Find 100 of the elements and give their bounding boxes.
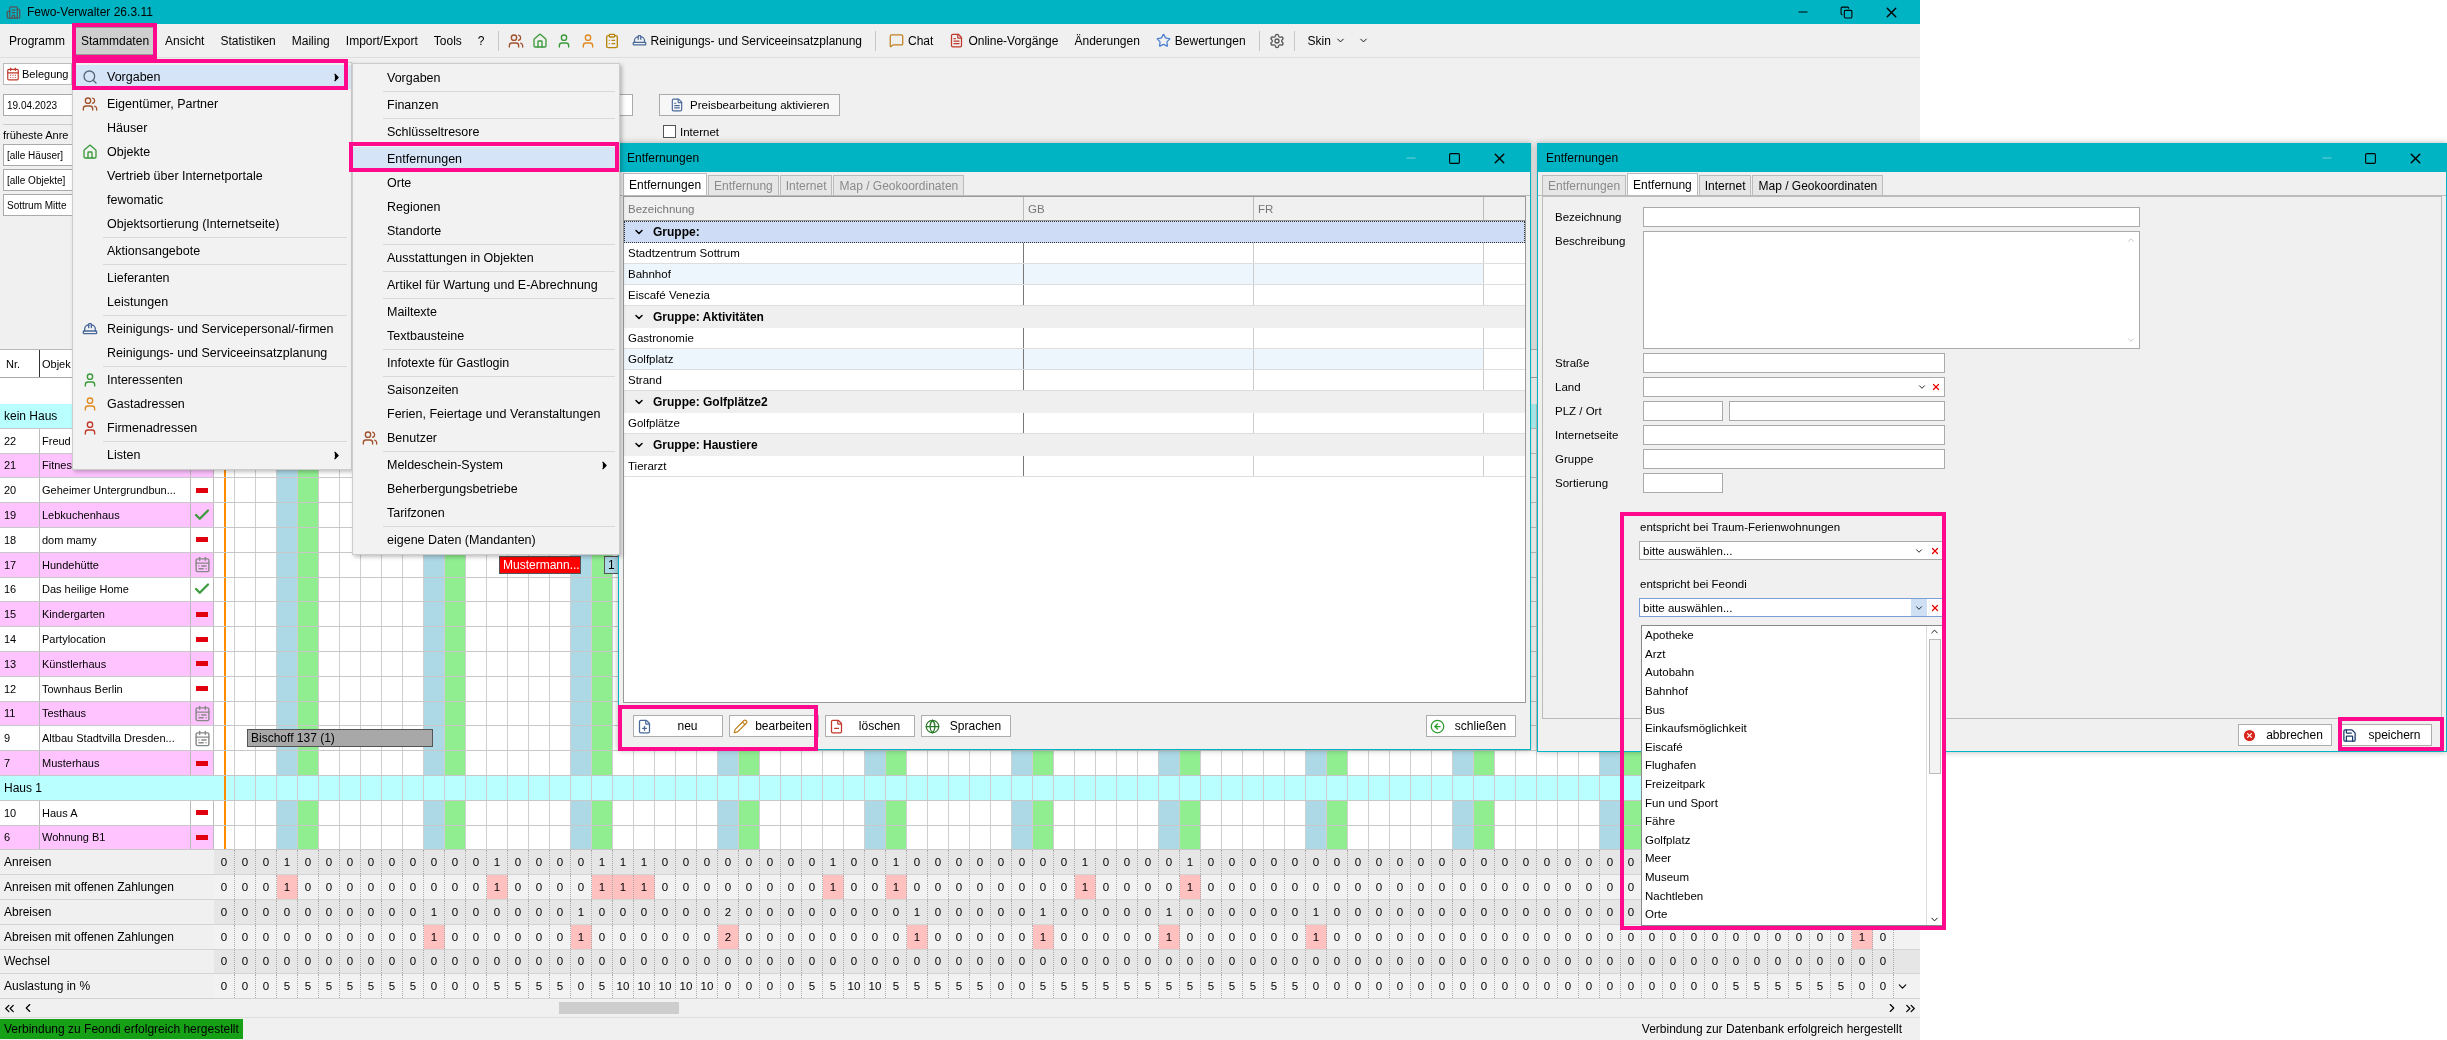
stat-cell: 1 bbox=[886, 875, 907, 899]
row-number-cell: 16 bbox=[0, 577, 40, 602]
stat-cell: 0 bbox=[1117, 850, 1138, 875]
stat-cell: 0 bbox=[1411, 850, 1432, 875]
stat-cell: 0 bbox=[823, 924, 844, 949]
object-name-cell: dom mamy bbox=[40, 528, 191, 552]
stat-cell: 0 bbox=[1054, 850, 1075, 875]
stat-cell: 5 bbox=[1117, 974, 1138, 999]
stat-cell: 0 bbox=[1159, 850, 1180, 875]
stat-cell: 1 bbox=[907, 924, 928, 949]
stat-cell: 5 bbox=[970, 974, 991, 999]
stat-cell: 0 bbox=[1306, 850, 1327, 875]
stat-cell: 5 bbox=[361, 974, 382, 999]
stat-cell: 0 bbox=[1579, 974, 1600, 999]
stat-cell: 0 bbox=[1096, 924, 1117, 949]
stat-cell: 0 bbox=[1117, 924, 1138, 949]
stat-cell: 0 bbox=[1516, 875, 1537, 899]
stat-cell: 0 bbox=[1453, 899, 1474, 924]
stat-cell: 0 bbox=[508, 949, 529, 974]
stat-cell: 0 bbox=[844, 899, 865, 924]
status-message: Verbindung zur Datenbank erfolgreich hergestellt bbox=[1641, 1022, 1902, 1037]
stat-cell: 0 bbox=[235, 949, 256, 974]
stat-cell: 0 bbox=[298, 875, 319, 899]
stat-cell: 5 bbox=[592, 974, 613, 999]
stat-cell: 10 bbox=[634, 974, 655, 999]
stat-cell: 0 bbox=[991, 850, 1012, 875]
stat-cell: 0 bbox=[1264, 949, 1285, 974]
stat-cell: 0 bbox=[1369, 875, 1390, 899]
stat-cell: 0 bbox=[1159, 949, 1180, 974]
stat-cell: 0 bbox=[424, 875, 445, 899]
stat-cell: 0 bbox=[445, 974, 466, 999]
stat-cell: 0 bbox=[1684, 974, 1705, 999]
field-label: Bezeichnung bbox=[1555, 210, 1623, 223]
stat-cell: 0 bbox=[1369, 850, 1390, 875]
stat-cell: 0 bbox=[256, 850, 277, 875]
field-label: Straße bbox=[1555, 356, 1591, 369]
stat-cell: 0 bbox=[1264, 899, 1285, 924]
stat-cell: 0 bbox=[487, 924, 508, 949]
stat-cell: 0 bbox=[382, 850, 403, 875]
stat-cell: 0 bbox=[865, 924, 886, 949]
stat-cell: 1 bbox=[277, 850, 298, 875]
stat-cell: 0 bbox=[970, 924, 991, 949]
stat-cell: 0 bbox=[1453, 974, 1474, 999]
stat-cell: 0 bbox=[1096, 899, 1117, 924]
stat-cell: 0 bbox=[550, 850, 571, 875]
stat-cell: 0 bbox=[1180, 949, 1201, 974]
stat-cell: 5 bbox=[1810, 974, 1831, 999]
object-name-cell: Das heilige Home bbox=[40, 577, 191, 602]
stat-cell: 0 bbox=[319, 924, 340, 949]
stat-cell: 0 bbox=[928, 949, 949, 974]
stat-cell: 0 bbox=[823, 899, 844, 924]
stat-cell: 0 bbox=[1642, 949, 1663, 974]
stat-cell: 1 bbox=[1075, 850, 1096, 875]
stat-cell: 0 bbox=[928, 924, 949, 949]
stat-cell: 2 bbox=[718, 899, 739, 924]
stat-cell: 0 bbox=[1054, 949, 1075, 974]
stat-cell: 0 bbox=[319, 875, 340, 899]
stat-cell: 0 bbox=[697, 899, 718, 924]
stat-cell: 5 bbox=[1285, 974, 1306, 999]
stat-cell: 0 bbox=[1537, 949, 1558, 974]
stat-cell: 0 bbox=[529, 949, 550, 974]
stat-cell: 0 bbox=[1453, 850, 1474, 875]
stat-cell: 0 bbox=[424, 850, 445, 875]
row-number-cell: 17 bbox=[0, 552, 40, 577]
stat-cell: 0 bbox=[1243, 875, 1264, 899]
stat-cell: 1 bbox=[823, 875, 844, 899]
stat-cell: 0 bbox=[1621, 949, 1642, 974]
stat-cell: 0 bbox=[718, 974, 739, 999]
field-label: PLZ / Ort bbox=[1555, 404, 1603, 417]
stat-cell: 1 bbox=[823, 850, 844, 875]
stat-cell: 0 bbox=[970, 949, 991, 974]
row-number-cell: 12 bbox=[0, 676, 40, 701]
stat-cell: 0 bbox=[739, 850, 760, 875]
stat-cell: 0 bbox=[256, 974, 277, 999]
stat-cell: 0 bbox=[298, 899, 319, 924]
stat-cell: 0 bbox=[592, 949, 613, 974]
stat-cell: 0 bbox=[1474, 924, 1495, 949]
stat-cell: 0 bbox=[1600, 949, 1621, 974]
stat-cell: 0 bbox=[781, 875, 802, 899]
status-message: Verbindung zu Feondi erfolgreich hergestellt bbox=[0, 1019, 243, 1040]
stat-cell: 0 bbox=[1579, 850, 1600, 875]
stat-cell: 0 bbox=[1495, 850, 1516, 875]
stat-cell: 0 bbox=[1411, 899, 1432, 924]
stat-cell: 1 bbox=[613, 850, 634, 875]
stat-cell: 0 bbox=[1075, 899, 1096, 924]
stat-cell: 0 bbox=[718, 850, 739, 875]
stat-cell: 0 bbox=[445, 899, 466, 924]
stat-cell: 0 bbox=[1096, 949, 1117, 974]
stat-cell: 0 bbox=[1327, 974, 1348, 999]
stat-cell: 5 bbox=[340, 974, 361, 999]
stat-cell: 0 bbox=[991, 924, 1012, 949]
stat-cell: 0 bbox=[865, 949, 886, 974]
stat-cell: 0 bbox=[1411, 949, 1432, 974]
stat-cell: 0 bbox=[1558, 924, 1579, 949]
stat-cell: 0 bbox=[676, 850, 697, 875]
stat-cell: 0 bbox=[256, 924, 277, 949]
stat-label: Anreisen bbox=[0, 850, 214, 875]
stat-cell: 0 bbox=[1516, 974, 1537, 999]
stat-cell: 5 bbox=[823, 974, 844, 999]
stat-cell: 0 bbox=[214, 974, 235, 999]
